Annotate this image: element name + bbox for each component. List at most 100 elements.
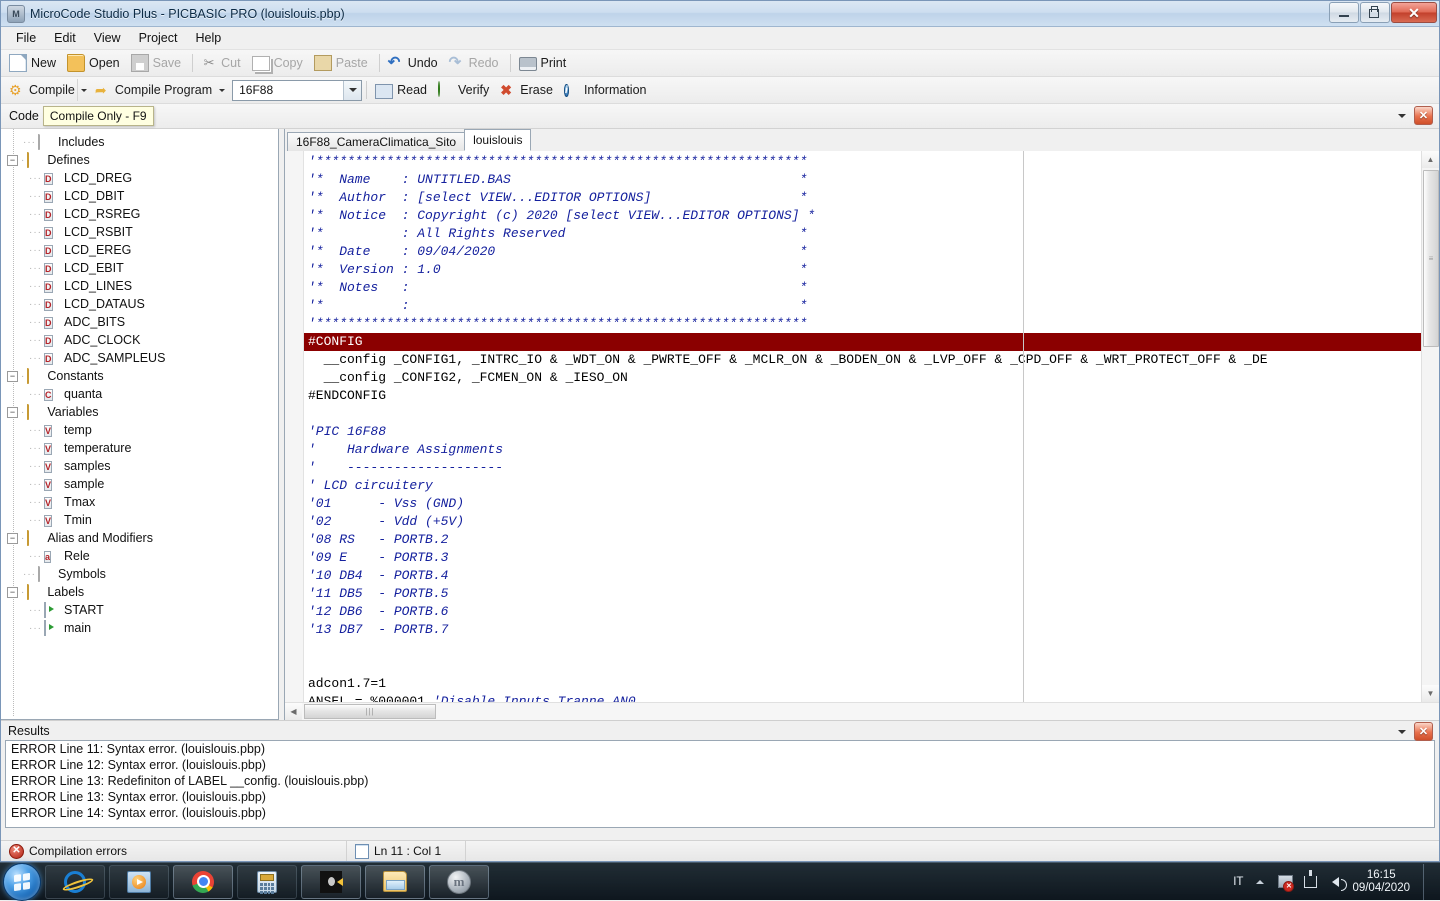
- menu-help[interactable]: Help: [186, 28, 230, 48]
- device-combo[interactable]: 16F88: [232, 80, 362, 101]
- tree-node-lcd-lines[interactable]: ···DLCD_LINES: [7, 277, 278, 295]
- scroll-down-arrow[interactable]: ▼: [1422, 685, 1439, 702]
- cut-button[interactable]: ✂ Cut: [197, 52, 247, 74]
- device-combo-arrow[interactable]: [343, 81, 361, 100]
- tree-node-lcd-rsreg[interactable]: ···DLCD_RSREG: [7, 205, 278, 223]
- result-error-line[interactable]: ERROR Line 11: Syntax error. (louislouis…: [6, 741, 1434, 757]
- menu-edit[interactable]: Edit: [45, 28, 85, 48]
- network-error-icon[interactable]: ✕: [1277, 874, 1293, 890]
- tree-expander[interactable]: −: [7, 407, 18, 418]
- maximize-button[interactable]: [1360, 2, 1390, 23]
- tree-node-sample[interactable]: ···Vsample: [7, 475, 278, 493]
- editor-gutter[interactable]: [285, 151, 304, 702]
- horizontal-scroll-thumb[interactable]: |||: [304, 704, 436, 719]
- tree-node-includes[interactable]: ··· Includes: [7, 133, 278, 151]
- copy-button[interactable]: Copy: [248, 52, 310, 74]
- tree-node-lcd-ebit[interactable]: ···DLCD_EBIT: [7, 259, 278, 277]
- paste-button[interactable]: Paste: [310, 52, 375, 74]
- tree-node-samples[interactable]: ···Vsamples: [7, 457, 278, 475]
- information-button[interactable]: i Information: [560, 79, 654, 101]
- tree-node-symbols[interactable]: ··· Symbols: [7, 565, 278, 583]
- new-button[interactable]: New: [5, 52, 63, 74]
- horizontal-scroll-track[interactable]: |||: [302, 703, 1439, 720]
- tree-node-main[interactable]: ···main: [7, 619, 278, 637]
- tree-node-tmax[interactable]: ···VTmax: [7, 493, 278, 511]
- scroll-left-arrow[interactable]: ◀: [285, 703, 302, 720]
- open-button[interactable]: Open: [63, 52, 127, 74]
- compile-button-label: Compile: [29, 83, 75, 97]
- print-button[interactable]: Print: [515, 52, 574, 74]
- tree-node-adc-bits[interactable]: ···DADC_BITS: [7, 313, 278, 331]
- result-error-line[interactable]: ERROR Line 13: Redefiniton of LABEL __co…: [6, 773, 1434, 789]
- taskbar-mediamonkey[interactable]: m: [429, 865, 489, 899]
- tree-node-lcd-dbit[interactable]: ···DLCD_DBIT: [7, 187, 278, 205]
- chevron-up-icon[interactable]: [1252, 874, 1268, 890]
- taskbar-google-chrome[interactable]: [173, 865, 233, 899]
- read-icon: [375, 84, 393, 99]
- tray-clock[interactable]: 16:15 09/04/2020: [1352, 869, 1410, 895]
- verify-button[interactable]: Verify: [434, 79, 496, 101]
- code-text-area[interactable]: '***************************************…: [304, 151, 1421, 702]
- tree-node-start[interactable]: ···START: [7, 601, 278, 619]
- start-button[interactable]: [3, 863, 41, 901]
- tree-node-lcd-ereg[interactable]: ···DLCD_EREG: [7, 241, 278, 259]
- show-desktop-button[interactable]: [1423, 864, 1434, 900]
- results-list[interactable]: ERROR Line 11: Syntax error. (louislouis…: [5, 740, 1435, 828]
- compile-program-button[interactable]: ➦ Compile Program: [91, 79, 215, 101]
- tree-node-lcd-dreg[interactable]: ···DLCD_DREG: [7, 169, 278, 187]
- tree-expander[interactable]: −: [7, 587, 18, 598]
- erase-button[interactable]: ✖ Erase: [496, 79, 560, 101]
- menu-view[interactable]: View: [85, 28, 130, 48]
- result-error-line[interactable]: ERROR Line 14: Syntax error. (louislouis…: [6, 805, 1434, 821]
- result-error-line[interactable]: ERROR Line 12: Syntax error. (louislouis…: [6, 757, 1434, 773]
- folder-icon: [27, 585, 43, 599]
- tree-node-lcd-dataus[interactable]: ···DLCD_DATAUS: [7, 295, 278, 313]
- vertical-scroll-thumb[interactable]: ≡: [1423, 170, 1439, 347]
- tree-node-adc-clock[interactable]: ···DADC_CLOCK: [7, 331, 278, 349]
- taskbar-windows-explorer[interactable]: [365, 865, 425, 899]
- tree-node-temp[interactable]: ···Vtemp: [7, 421, 278, 439]
- tree-node-adc-sampleus[interactable]: ···DADC_SAMPLEUS: [7, 349, 278, 367]
- tree-node-alias-and-modifiers[interactable]: − · Alias and Modifiers: [7, 529, 278, 547]
- tab-louislouis[interactable]: louislouis: [464, 129, 531, 151]
- taskbar-windows-media-player[interactable]: [109, 865, 169, 899]
- redo-button[interactable]: ↷ Redo: [445, 52, 506, 74]
- editor-horizontal-scrollbar[interactable]: ◀ |||: [285, 702, 1439, 720]
- safely-remove-icon[interactable]: [1302, 874, 1318, 890]
- code-bar-dropdown-icon[interactable]: [1398, 114, 1406, 118]
- tree-node-quanta[interactable]: ···Cquanta: [7, 385, 278, 403]
- taskbar-pic-programmer[interactable]: [301, 865, 361, 899]
- tree-node-temperature[interactable]: ···Vtemperature: [7, 439, 278, 457]
- results-dropdown-icon[interactable]: [1398, 730, 1406, 734]
- undo-button[interactable]: ↶ Undo: [384, 52, 445, 74]
- results-close-button[interactable]: ✕: [1414, 722, 1433, 741]
- tree-node-tmin[interactable]: ···VTmin: [7, 511, 278, 529]
- tab-16f88-cameraclimatica-sito[interactable]: 16F88_CameraClimatica_Sito: [287, 132, 465, 151]
- code-bar-close-button[interactable]: ✕: [1414, 106, 1433, 125]
- tree-expander[interactable]: −: [7, 533, 18, 544]
- tree-node-lcd-rsbit[interactable]: ···DLCD_RSBIT: [7, 223, 278, 241]
- compile-program-dropdown-button[interactable]: [215, 79, 228, 101]
- result-error-line[interactable]: ERROR Line 13: Syntax error. (louislouis…: [6, 789, 1434, 805]
- tree-node-defines[interactable]: − · Defines: [7, 151, 278, 169]
- minimize-button[interactable]: [1329, 2, 1359, 23]
- taskbar-internet-explorer[interactable]: [45, 865, 105, 899]
- tree-node-variables[interactable]: − · Variables: [7, 403, 278, 421]
- menu-file[interactable]: File: [7, 28, 45, 48]
- save-button[interactable]: Save: [127, 52, 189, 74]
- compile-button[interactable]: ⚙ Compile: [5, 79, 77, 101]
- tree-node-labels[interactable]: − · Labels: [7, 583, 278, 601]
- volume-icon[interactable]: [1327, 874, 1343, 890]
- tree-expander[interactable]: −: [7, 155, 18, 166]
- tray-language-indicator[interactable]: IT: [1233, 876, 1243, 888]
- close-button[interactable]: ✕: [1391, 2, 1437, 23]
- scroll-up-arrow[interactable]: ▲: [1422, 151, 1439, 168]
- editor-vertical-scrollbar[interactable]: ▲ ≡ ▼: [1421, 151, 1439, 702]
- tree-node-constants[interactable]: − · Constants: [7, 367, 278, 385]
- compile-dropdown-button[interactable]: [77, 79, 91, 101]
- menu-project[interactable]: Project: [130, 28, 187, 48]
- tree-expander[interactable]: −: [7, 371, 18, 382]
- read-button[interactable]: Read: [371, 79, 434, 101]
- taskbar-calculator[interactable]: [237, 865, 297, 899]
- tree-node-rele[interactable]: ···aRele: [7, 547, 278, 565]
